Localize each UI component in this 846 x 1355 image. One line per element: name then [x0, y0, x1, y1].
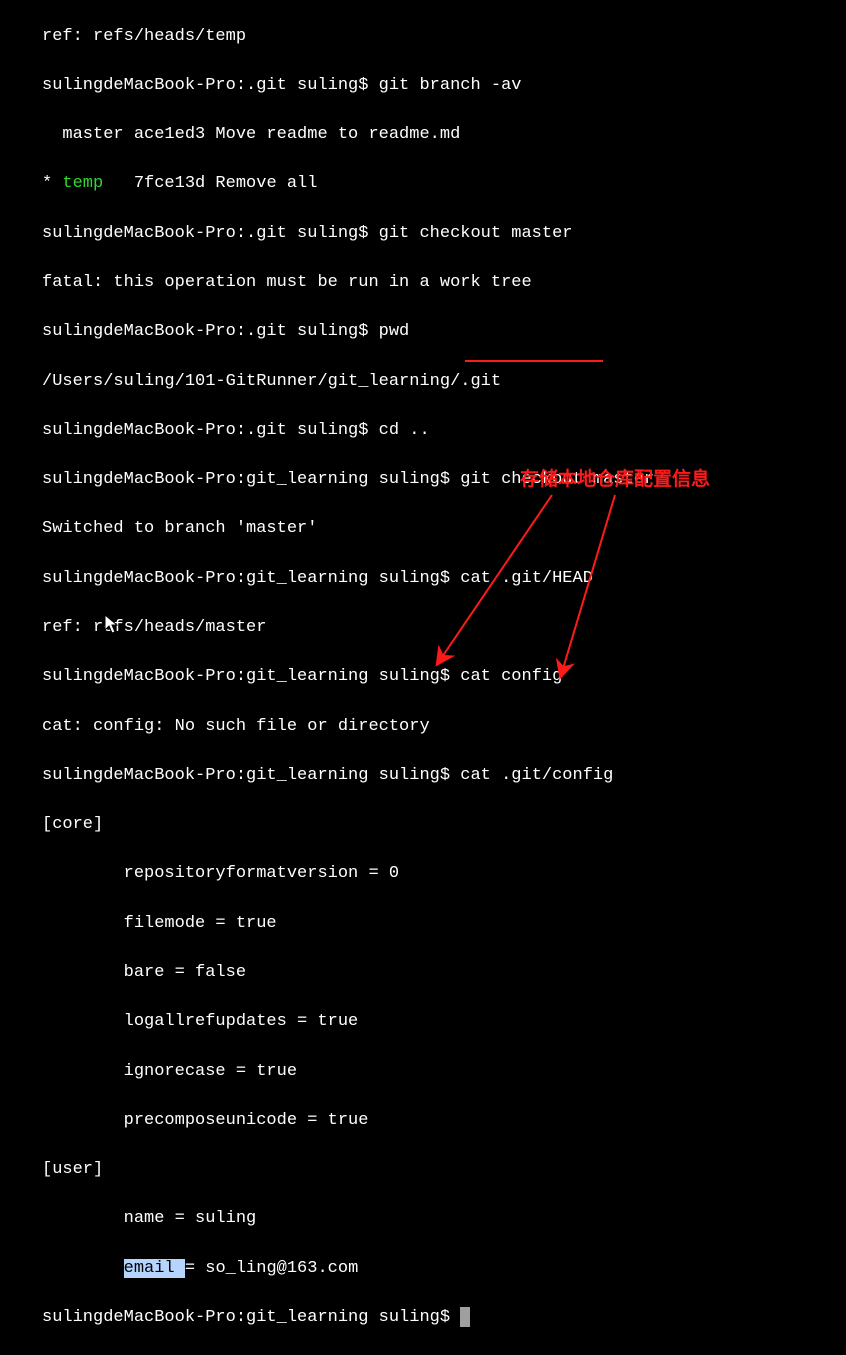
mouse-pointer-icon	[104, 614, 120, 646]
annotation-label: 存储本地仓库配置信息	[520, 466, 710, 494]
output-line: * temp 7fce13d Remove all	[42, 172, 846, 197]
output-line: name = suling	[42, 1207, 846, 1232]
output-line: email = so_ling@163.com	[42, 1257, 846, 1282]
output-line: sulingdeMacBook-Pro:git_learning suling$…	[42, 665, 846, 690]
text-cursor	[460, 1307, 470, 1327]
output-line: logallrefupdates = true	[42, 1010, 846, 1035]
output-line: master ace1ed3 Move readme to readme.md	[42, 123, 846, 148]
annotation-underline	[465, 360, 603, 362]
output-line: ref: refs/heads/temp	[42, 25, 846, 50]
output-line: fatal: this operation must be run in a w…	[42, 271, 846, 296]
output-line: /Users/suling/101-GitRunner/git_learning…	[42, 370, 846, 395]
output-line: [user]	[42, 1158, 846, 1183]
output-line: Switched to branch 'master'	[42, 517, 846, 542]
output-line: sulingdeMacBook-Pro:.git suling$ pwd	[42, 320, 846, 345]
terminal-output[interactable]: ref: refs/heads/temp sulingdeMacBook-Pro…	[0, 0, 846, 1355]
output-line: repositoryformatversion = 0	[42, 862, 846, 887]
output-line: [core]	[42, 813, 846, 838]
output-line: ignorecase = true	[42, 1060, 846, 1085]
output-line: sulingdeMacBook-Pro:git_learning suling$…	[42, 764, 846, 789]
output-line: ref: refs/heads/master	[42, 616, 846, 641]
output-line: cat: config: No such file or directory	[42, 715, 846, 740]
output-line: bare = false	[42, 961, 846, 986]
output-line: sulingdeMacBook-Pro:.git suling$ git che…	[42, 222, 846, 247]
output-line: sulingdeMacBook-Pro:.git suling$ git bra…	[42, 74, 846, 99]
output-line: sulingdeMacBook-Pro:.git suling$ cd ..	[42, 419, 846, 444]
selected-text: email	[124, 1259, 185, 1278]
output-line: sulingdeMacBook-Pro:git_learning suling$…	[42, 567, 846, 592]
output-line: filemode = true	[42, 912, 846, 937]
output-line: sulingdeMacBook-Pro:git_learning suling$…	[42, 468, 846, 493]
output-line: precomposeunicode = true	[42, 1109, 846, 1134]
prompt-line[interactable]: sulingdeMacBook-Pro:git_learning suling$	[42, 1306, 846, 1331]
